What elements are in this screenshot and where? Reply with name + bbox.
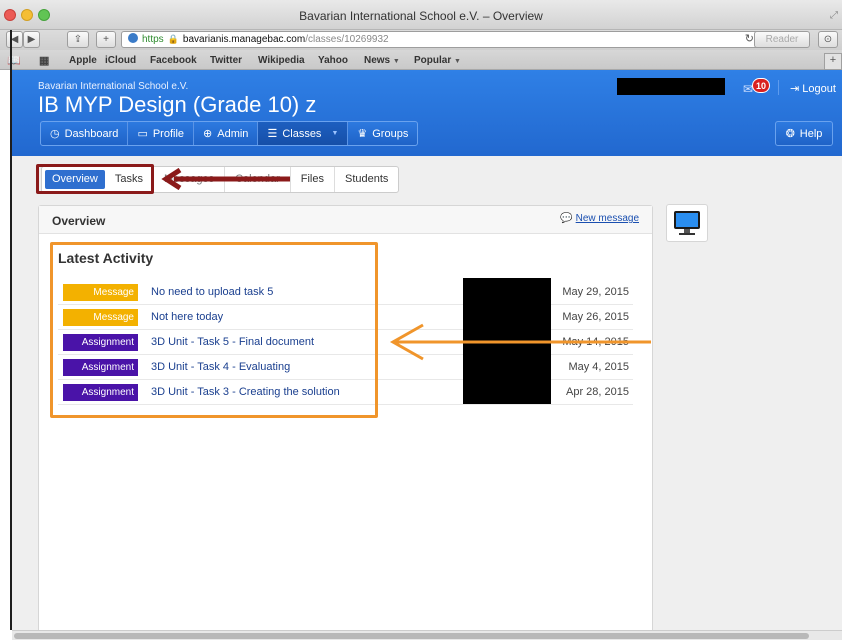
classes-dropdown-icon: ▼ — [331, 130, 339, 137]
activity-annotation-box — [50, 242, 378, 418]
add-bookmark-button[interactable]: + — [96, 31, 116, 48]
news-dropdown-icon: ▼ — [392, 58, 400, 65]
new-message-link[interactable]: 💬 New message — [560, 213, 639, 224]
bookmarks-bar: 📖 ▦ Apple iCloud Facebook Twitter Wikipe… — [0, 50, 842, 70]
main-nav: ◷ Dashboard ▭ Profile ⊕ Admin ☰ Classes ▼ ♛ Gr… — [40, 121, 419, 146]
header-divider — [778, 80, 779, 95]
help-label: Help — [799, 127, 823, 140]
help-button[interactable]: ❂ Help — [775, 121, 833, 146]
redacted-user-name[interactable] — [617, 78, 725, 95]
nav-profile[interactable]: ▭ Profile — [128, 122, 195, 145]
url-host: bavarianis.managebac.com — [182, 34, 306, 45]
nav-dashboard[interactable]: ◷ Dashboard — [41, 122, 129, 145]
nav-dashboard-label: Dashboard — [64, 127, 119, 140]
logout-icon: ⇥ — [790, 83, 800, 95]
bookmark-icloud[interactable]: iCloud — [105, 55, 136, 66]
mail-count-badge[interactable]: 10 — [752, 78, 771, 93]
forward-button[interactable]: ▶ — [23, 31, 40, 48]
share-button[interactable]: ⇪ — [67, 31, 89, 48]
nav-classes-label: Classes — [282, 127, 322, 140]
share-icon: ⇪ — [73, 34, 83, 45]
top-sites-icon[interactable]: ▦ — [39, 54, 49, 67]
address-bar[interactable]: https 🔒 bavarianis.managebac.com/classes/1… — [121, 31, 761, 48]
plus-icon: + — [103, 34, 109, 45]
bookmark-news[interactable]: News ▼ — [364, 55, 400, 66]
site-globe-icon — [128, 33, 138, 43]
speech-bubble-icon: 💬 — [560, 213, 573, 224]
overview-panel-header: Overview 💬 New message — [39, 206, 652, 234]
window-titlebar: Bavarian International School e.V. – Ove… — [0, 0, 842, 30]
tabs-annotation-box — [36, 164, 154, 194]
bookmark-popular-label: Popular — [414, 55, 452, 66]
bookmark-apple[interactable]: Apple — [69, 55, 97, 66]
class-title: IB MYP Design (Grade 10) z — [38, 92, 317, 117]
reload-icon[interactable]: ↻ — [745, 32, 754, 47]
lock-icon: 🔒 — [167, 34, 179, 44]
profile-card-icon: ▭ — [137, 128, 148, 140]
list-icon: ☰ — [267, 128, 278, 140]
bookmark-wikipedia[interactable]: Wikipedia — [258, 55, 305, 66]
nav-classes[interactable]: ☰ Classes ▼ — [258, 122, 349, 145]
new-message-label: New message — [575, 213, 639, 224]
browser-toolbar: ◀ ▶ ⇪ + https 🔒 bavarianis.managebac.com/c… — [0, 30, 842, 50]
bookmark-yahoo[interactable]: Yahoo — [318, 55, 348, 66]
overview-title: Overview — [52, 214, 106, 228]
nav-admin-label: Admin — [217, 127, 249, 140]
trophy-icon: ♛ — [357, 128, 368, 140]
logout-label: Logout — [802, 83, 836, 95]
nav-groups-label: Groups — [372, 127, 409, 140]
downloads-button[interactable]: ⊙ — [818, 31, 838, 48]
red-annotation-arrow — [161, 168, 290, 190]
school-name[interactable]: Bavarian International School e.V. — [38, 81, 188, 92]
window-title: Bavarian International School e.V. – Ove… — [299, 9, 543, 23]
reader-button[interactable]: Reader — [754, 31, 810, 48]
back-button[interactable]: ◀ — [6, 31, 23, 48]
site-header: Bavarian International School e.V. IB MY… — [12, 70, 842, 156]
horizontal-scrollbar[interactable] — [12, 630, 842, 640]
activity-date: May 29, 2015 — [562, 286, 629, 298]
tab-students[interactable]: Students — [335, 167, 398, 192]
bookmark-twitter[interactable]: Twitter — [210, 55, 242, 66]
bookmark-news-label: News — [364, 55, 391, 66]
activity-date: Apr 28, 2015 — [566, 386, 629, 398]
help-icon: ❂ — [785, 128, 795, 140]
logout-link[interactable]: ⇥ Logout — [790, 82, 836, 95]
scrollbar-thumb[interactable] — [14, 633, 809, 639]
downloads-icon: ⊙ — [823, 34, 833, 45]
popular-dropdown-icon: ▼ — [454, 58, 461, 65]
new-tab-button[interactable]: + — [824, 53, 842, 70]
nav-profile-label: Profile — [152, 127, 185, 140]
tab-files[interactable]: Files — [291, 167, 335, 192]
globe-icon: ⊕ — [203, 128, 213, 140]
bookmark-facebook[interactable]: Facebook — [150, 55, 197, 66]
bookmark-popular[interactable]: Popular ▼ — [414, 55, 461, 66]
monitor-icon — [674, 211, 700, 235]
nav-admin[interactable]: ⊕ Admin — [194, 122, 259, 145]
fullscreen-icon[interactable]: ⤢ — [830, 10, 838, 21]
device-preview-box[interactable] — [666, 204, 708, 242]
nav-groups[interactable]: ♛ Groups — [348, 122, 417, 145]
dashboard-icon: ◷ — [50, 128, 60, 140]
orange-annotation-arrow — [389, 323, 651, 361]
url-path: /classes/10269932 — [305, 34, 389, 45]
url-scheme: https — [142, 34, 164, 45]
